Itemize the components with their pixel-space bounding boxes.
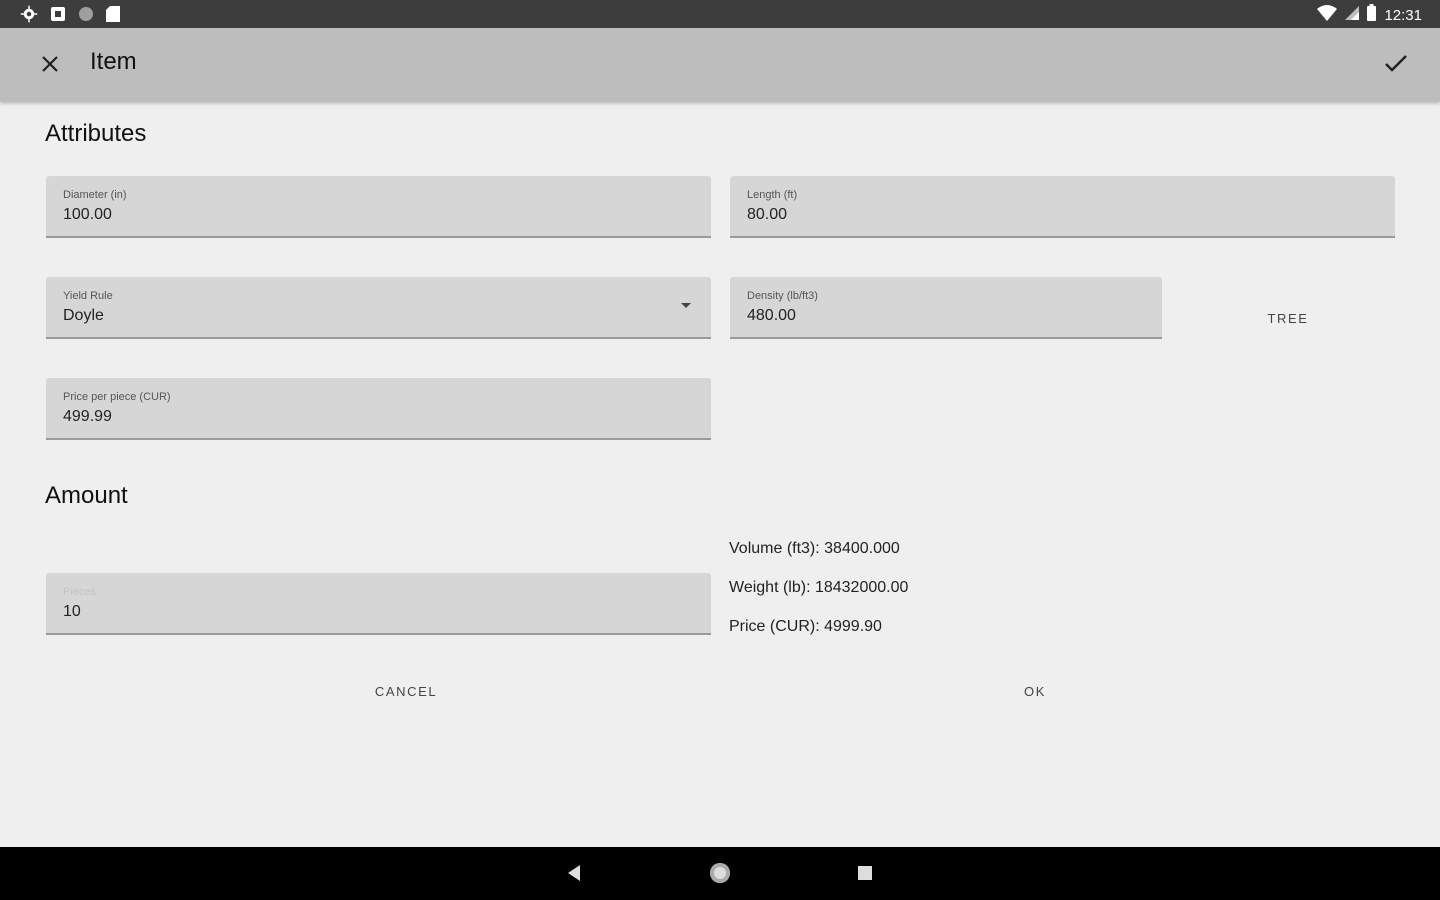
status-time: 12:31 (1384, 6, 1422, 24)
volume-text: Volume (ft3): 38400.000 (729, 540, 900, 557)
diameter-label: Diameter (in) (63, 189, 127, 201)
price-text: Price (CUR): 4999.90 (729, 618, 882, 635)
sd-card-icon (106, 6, 120, 27)
length-field[interactable]: Length (ft) 80.00 (730, 176, 1395, 238)
app-bar: Item (0, 28, 1440, 102)
diameter-field[interactable]: Diameter (in) 100.00 (46, 176, 711, 238)
battery-icon (1367, 4, 1377, 26)
settings-icon (20, 5, 38, 28)
status-bar-left (20, 5, 120, 28)
price-per-piece-field[interactable]: Price per piece (CUR) 499.99 (46, 378, 711, 440)
density-value[interactable]: 480.00 (747, 307, 796, 325)
pieces-value[interactable]: 10 (63, 603, 81, 621)
back-icon[interactable] (568, 865, 580, 881)
recent-apps-icon[interactable] (858, 866, 872, 880)
yield-rule-value[interactable]: Doyle (63, 307, 104, 325)
home-icon[interactable] (710, 863, 730, 883)
circle-icon (78, 6, 94, 27)
length-value[interactable]: 80.00 (747, 206, 787, 224)
yield-rule-dropdown[interactable]: Yield Rule Doyle (46, 277, 711, 339)
ok-button[interactable]: OK (995, 684, 1075, 699)
pieces-label: Pieces (63, 586, 97, 598)
attributes-title: Attributes (45, 120, 147, 147)
page-title: Item (90, 48, 137, 75)
status-bar: 12:31 (0, 0, 1440, 28)
yield-rule-label: Yield Rule (63, 290, 113, 302)
close-icon (41, 55, 59, 78)
cancel-button[interactable]: CANCEL (346, 684, 466, 699)
pieces-field[interactable]: Pieces 10 (46, 573, 711, 635)
diameter-value[interactable]: 100.00 (63, 206, 112, 224)
density-field[interactable]: Density (lb/ft3) 480.00 (730, 277, 1162, 339)
notification-icon (50, 6, 66, 27)
confirm-button[interactable] (1378, 48, 1414, 84)
signal-icon (1345, 5, 1360, 25)
check-icon (1384, 54, 1408, 79)
price-per-piece-label: Price per piece (CUR) (63, 391, 171, 403)
weight-text: Weight (lb): 18432000.00 (729, 579, 909, 596)
status-bar-right: 12:31 (1317, 4, 1422, 26)
price-per-piece-value[interactable]: 499.99 (63, 408, 112, 426)
navigation-bar (0, 847, 1440, 900)
tree-button[interactable]: TREE (1238, 311, 1338, 326)
chevron-down-icon[interactable] (681, 303, 691, 308)
amount-title: Amount (45, 482, 128, 509)
wifi-icon (1317, 4, 1338, 26)
density-label: Density (lb/ft3) (747, 290, 818, 302)
close-button[interactable] (34, 50, 66, 82)
length-label: Length (ft) (747, 189, 798, 201)
